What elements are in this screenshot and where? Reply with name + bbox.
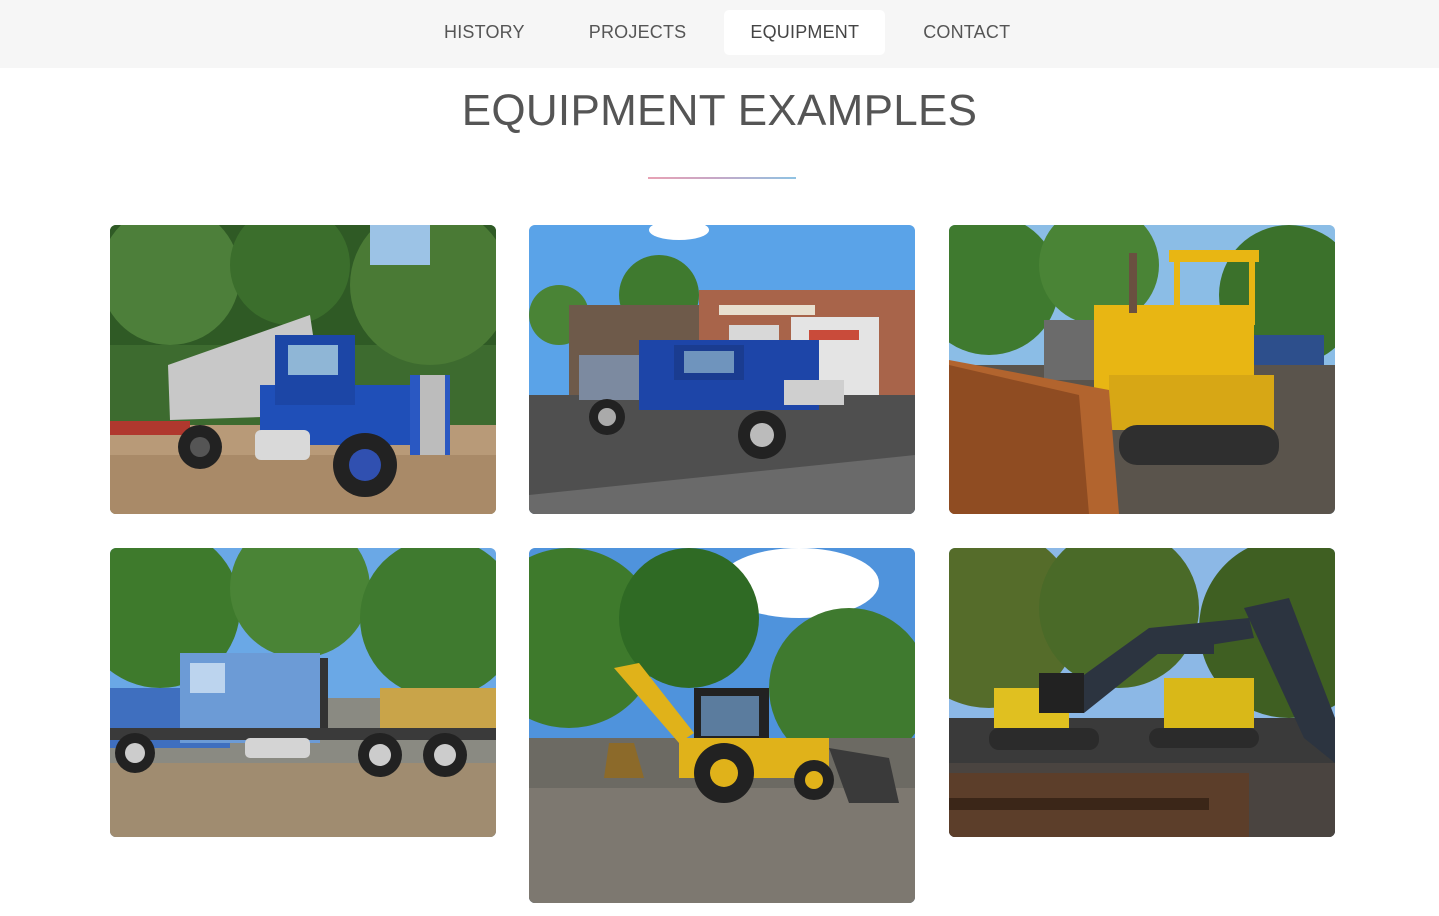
title-divider <box>648 177 796 179</box>
photo-backhoe-loader[interactable] <box>529 548 915 903</box>
photo-semi-truck[interactable] <box>110 548 496 837</box>
page-title: EQUIPMENT EXAMPLES <box>461 86 978 135</box>
nav-item-projects[interactable]: PROJECTS <box>563 10 713 55</box>
nav-item-history[interactable]: HISTORY <box>418 10 551 55</box>
photo-bulldozer[interactable] <box>949 225 1335 514</box>
nav-menu: HISTORY PROJECTS EQUIPMENT CONTACT <box>418 10 1048 55</box>
top-navigation: HISTORY PROJECTS EQUIPMENT CONTACT <box>0 0 1439 68</box>
nav-item-equipment[interactable]: EQUIPMENT <box>724 10 886 55</box>
photo-excavator[interactable] <box>949 548 1335 837</box>
nav-item-contact[interactable]: CONTACT <box>897 10 1036 55</box>
photo-pickup-dump-truck[interactable] <box>529 225 915 514</box>
photo-dump-truck[interactable] <box>110 225 496 514</box>
